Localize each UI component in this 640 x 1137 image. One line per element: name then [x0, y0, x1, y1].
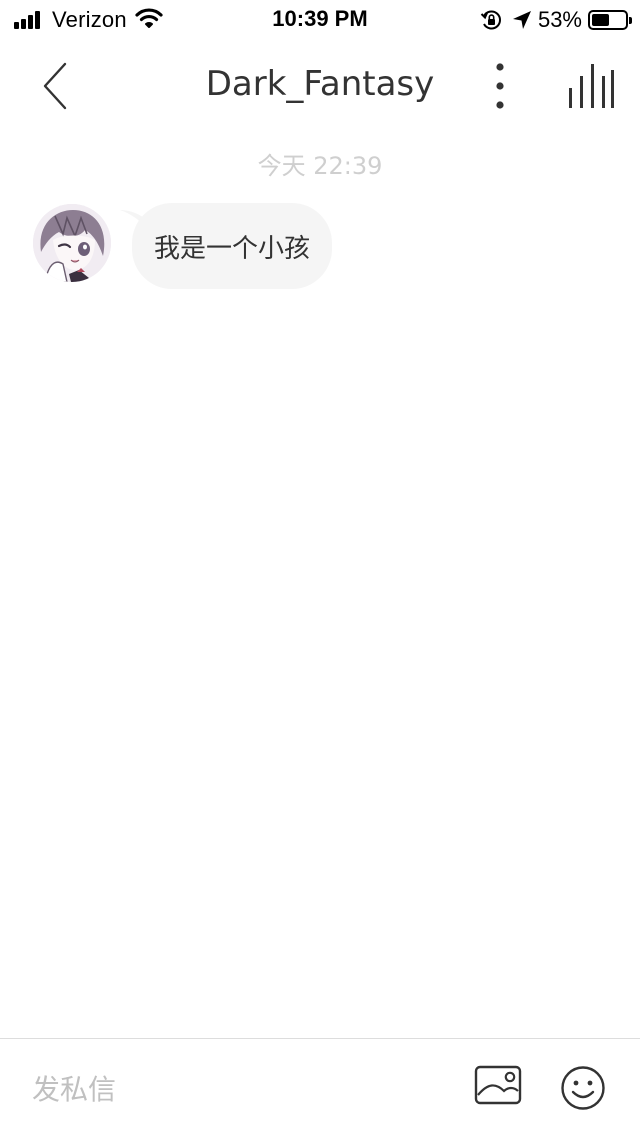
page-title: Dark_Fantasy [205, 64, 435, 104]
message-text: 我是一个小孩 [154, 233, 311, 264]
emoji-button[interactable] [560, 1065, 608, 1113]
avatar[interactable] [33, 204, 111, 282]
more-vertical-icon [496, 63, 504, 109]
emoji-icon [560, 1065, 606, 1111]
more-options-button[interactable] [484, 58, 516, 114]
message-input[interactable] [32, 1067, 432, 1111]
status-bar: Verizon 10:39 PM 53% [0, 0, 640, 40]
image-icon [474, 1065, 522, 1105]
message-input-bar [0, 1038, 640, 1137]
battery-percent: 53% [537, 7, 582, 32]
status-right: 53% [480, 6, 632, 34]
rotation-lock-icon [480, 9, 502, 31]
audio-bars-icon [568, 64, 614, 108]
location-icon [512, 10, 532, 30]
message-bubble[interactable]: 我是一个小孩 [132, 203, 333, 289]
message-timestamp: 今天 22:39 [257, 152, 383, 180]
chat-header: Dark_Fantasy [0, 40, 640, 132]
battery-icon [588, 10, 632, 30]
audio-button[interactable] [560, 58, 622, 114]
image-button[interactable] [474, 1065, 522, 1109]
